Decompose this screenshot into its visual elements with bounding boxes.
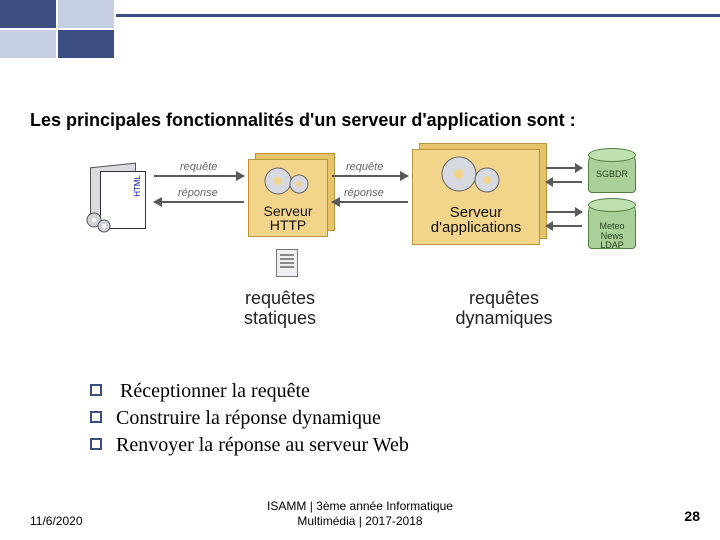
footer-center: ISAMM | 3ème année Informatique Multiméd… bbox=[0, 499, 720, 528]
arrow-label: requête bbox=[180, 161, 217, 173]
database-node-1: SGBDR bbox=[588, 153, 636, 193]
header-line bbox=[116, 14, 720, 17]
bullet-list: Réceptionner la requête Construire la ré… bbox=[90, 380, 409, 461]
header-squares bbox=[0, 0, 114, 58]
arrow-db-2b bbox=[546, 225, 582, 227]
slide-footer: 11/6/2020 ISAMM | 3ème année Informatiqu… bbox=[0, 494, 720, 528]
square-bullet-icon bbox=[90, 384, 102, 396]
db1-label: SGBDR bbox=[589, 170, 635, 179]
gear-icon bbox=[86, 211, 112, 235]
arrow-response-1 bbox=[154, 201, 244, 203]
arrow-label: réponse bbox=[178, 187, 218, 199]
document-icon bbox=[276, 249, 298, 277]
arrow-db-1a bbox=[546, 167, 582, 169]
arrow-response-2 bbox=[332, 201, 408, 203]
database-node-2: Meteo News LDAP bbox=[588, 203, 636, 249]
list-item: Réceptionner la requête bbox=[90, 380, 409, 403]
http-label: Serveur HTTP bbox=[249, 204, 327, 233]
slide-title: Les principales fonctionnalités d'un ser… bbox=[30, 110, 700, 131]
architecture-diagram: HTML requête réponse Serveur HTTP requêt… bbox=[90, 145, 645, 345]
bullet-text: Construire la réponse dynamique bbox=[116, 407, 381, 430]
bullet-text: Réceptionner la requête bbox=[120, 380, 310, 403]
arrow-label: requête bbox=[346, 161, 383, 173]
arrow-request-2 bbox=[332, 175, 408, 177]
db2-label: Meteo News LDAP bbox=[589, 222, 635, 250]
page-number: 28 bbox=[684, 508, 700, 524]
app-label: Serveur d'applications bbox=[413, 205, 539, 237]
arrow-label: réponse bbox=[344, 187, 384, 199]
square-bullet-icon bbox=[90, 438, 102, 450]
static-requests-label: requêtes statiques bbox=[220, 289, 340, 329]
html-tag: HTML bbox=[133, 175, 142, 197]
gear-icon bbox=[261, 164, 315, 198]
app-server-node: Serveur d'applications bbox=[412, 149, 540, 245]
bullet-text: Renvoyer la réponse au serveur Web bbox=[116, 434, 409, 457]
arrow-request-1 bbox=[154, 175, 244, 177]
client-node: HTML bbox=[90, 165, 150, 233]
arrow-db-2a bbox=[546, 211, 582, 213]
list-item: Renvoyer la réponse au serveur Web bbox=[90, 434, 409, 457]
dynamic-requests-label: requêtes dynamiques bbox=[434, 289, 574, 329]
footer-line1: ISAMM | 3ème année Informatique bbox=[267, 499, 453, 513]
footer-line2: Multimédia | 2017-2018 bbox=[297, 514, 422, 528]
list-item: Construire la réponse dynamique bbox=[90, 407, 409, 430]
gear-icon bbox=[437, 154, 509, 196]
square-bullet-icon bbox=[90, 411, 102, 423]
http-server-node: Serveur HTTP bbox=[248, 159, 328, 237]
arrow-db-1b bbox=[546, 181, 582, 183]
